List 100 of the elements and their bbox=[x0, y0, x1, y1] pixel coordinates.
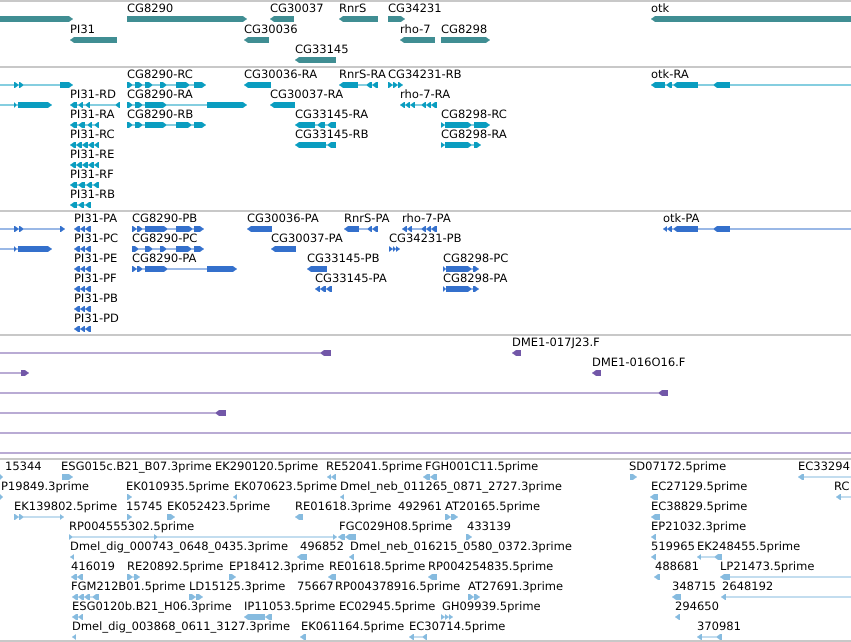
feature-label: Dmel_neb_011265_0871_2727.3prime bbox=[340, 480, 562, 492]
feature-label: EC27129.5prime bbox=[651, 480, 748, 492]
feature-label: Dmel_dig_003868_0611_3127.3prime bbox=[72, 620, 290, 632]
feature-label: RE01618.5prime bbox=[329, 560, 426, 572]
feature-label: CG8298-PC bbox=[443, 252, 508, 264]
feature-label: PI31-PF bbox=[74, 272, 117, 284]
feature-label: PI31-PC bbox=[74, 232, 118, 244]
feature-label: CG8290-RB bbox=[127, 108, 194, 120]
feature-label: CG34231 bbox=[388, 2, 442, 14]
feature-label: CG33145-PA bbox=[315, 272, 387, 284]
feature-label: EK061164.5prime bbox=[301, 620, 404, 632]
feature-label: CG30036-RA bbox=[244, 68, 318, 80]
feature-label: ESG0120b.B21_H06.3prime bbox=[72, 600, 232, 612]
feature-label: P19849.3prime bbox=[1, 480, 89, 492]
feature-label: EK248455.5prime bbox=[697, 540, 800, 552]
feature-label: PI31-RE bbox=[70, 148, 114, 160]
feature-label: Dmel_dig_000743_0648_0435.3prime bbox=[70, 540, 288, 552]
feature-label: AT27691.3prime bbox=[468, 580, 564, 592]
feature-label: CG8298-PA bbox=[443, 272, 508, 284]
feature-label: FGC029H08.5prime bbox=[339, 520, 452, 532]
feature-label: CG8290-PB bbox=[132, 212, 198, 224]
feature-label: PI31-RC bbox=[70, 128, 115, 140]
feature-label: CG30037-PA bbox=[271, 232, 343, 244]
feature-label: CG33145-RB bbox=[295, 128, 369, 140]
feature-label: DME1-017J23.F bbox=[512, 336, 600, 348]
feature-label: CG33145-PB bbox=[307, 252, 380, 264]
feature-label: EK052423.5prime bbox=[167, 500, 270, 512]
feature-label: Dmel_neb_016215_0580_0372.3prime bbox=[350, 540, 572, 552]
feature-label: 492961 bbox=[398, 500, 442, 512]
feature-label: EC30714.5prime bbox=[409, 620, 506, 632]
feature-label: RnrS bbox=[339, 2, 366, 14]
feature-label: RE01618.3prime bbox=[295, 500, 392, 512]
feature-label: ESG015c.B21_B07.3prime bbox=[61, 460, 212, 472]
feature-label: RnrS-RA bbox=[339, 68, 386, 80]
feature-label: rho-7-PA bbox=[402, 212, 451, 224]
feature-label: EP21032.3prime bbox=[651, 520, 746, 532]
feature-label: 433139 bbox=[467, 520, 511, 532]
feature-label: CG8298 bbox=[441, 22, 488, 34]
feature-label: EK010935.5prime bbox=[126, 480, 230, 492]
feature-label: 75667 bbox=[297, 580, 334, 592]
feature-label: CG8290-PC bbox=[132, 232, 198, 244]
feature-label: 348715 bbox=[672, 580, 716, 592]
feature-label: EK290120.5prime bbox=[215, 460, 318, 472]
feature-label: 370981 bbox=[697, 620, 741, 632]
feature-label: CG34231-PB bbox=[389, 232, 462, 244]
feature-label: AT20165.5prime bbox=[445, 500, 540, 512]
feature-label: 488681 bbox=[655, 560, 699, 572]
feature-label: CG30037 bbox=[270, 2, 324, 14]
feature-label: CG8298-RC bbox=[441, 108, 507, 120]
feature-label: PI31-RD bbox=[70, 88, 116, 100]
feature-label: rho-7-RA bbox=[400, 88, 450, 100]
feature-label: PI31-PE bbox=[74, 252, 118, 264]
feature-label: otk-RA bbox=[651, 68, 689, 80]
feature-label: rho-7 bbox=[400, 22, 431, 34]
feature-label: 15344 bbox=[5, 460, 42, 472]
feature-label: EK139802.5prime bbox=[14, 500, 118, 512]
feature-label: EK070623.5prime bbox=[234, 480, 338, 492]
feature-label: RP004378916.5prime bbox=[335, 580, 460, 592]
feature-label: RP004254835.5prime bbox=[428, 560, 554, 572]
feature-label: otk bbox=[651, 2, 670, 14]
feature-label: PI31-RB bbox=[70, 188, 115, 200]
feature-label: CG30036-PA bbox=[247, 212, 319, 224]
feature-label: 2648192 bbox=[722, 580, 774, 592]
feature-label: RnrS-PA bbox=[344, 212, 390, 224]
feature-label: LP21473.5prime bbox=[720, 560, 814, 572]
feature-label: CG33145 bbox=[295, 43, 349, 55]
feature-label: RP004555302.5prime bbox=[69, 520, 194, 532]
feature-label: DME1-016O16.F bbox=[592, 356, 686, 368]
feature-label: EC33294 bbox=[798, 460, 850, 472]
feature-label: 15745 bbox=[126, 500, 163, 512]
feature-label: CG34231-RB bbox=[388, 68, 462, 80]
feature-label: EC02945.5prime bbox=[339, 600, 436, 612]
feature-label: CG8290-PA bbox=[132, 252, 196, 264]
feature-label: RE52041.5prime bbox=[326, 460, 422, 472]
feature-label: CG30036 bbox=[244, 22, 298, 34]
feature-label: 519965 bbox=[651, 540, 695, 552]
feature-label: FGM212B01.5prime bbox=[71, 580, 186, 592]
feature-label: PI31-PB bbox=[74, 292, 118, 304]
feature-label: CG30037-RA bbox=[270, 88, 344, 100]
feature-label: CG8290-RA bbox=[127, 88, 193, 100]
feature-label: PI31-RA bbox=[70, 108, 115, 120]
feature-label: 496852 bbox=[300, 540, 344, 552]
feature-label: CG8298-RA bbox=[441, 128, 507, 140]
feature-label: EC38829.5prime bbox=[651, 500, 748, 512]
feature-label: RE20892.5prime bbox=[127, 560, 224, 572]
feature-label: otk-PA bbox=[663, 212, 700, 224]
feature-label: PI31-PA bbox=[74, 212, 118, 224]
feature-label: CG8290-RC bbox=[127, 68, 193, 80]
feature-label: PI31-PD bbox=[74, 312, 119, 324]
feature-label: GH09939.5prime bbox=[442, 600, 541, 612]
feature-label: CG8290 bbox=[127, 2, 174, 14]
feature-label: CG33145-RA bbox=[295, 108, 368, 120]
feature-label: PI31-RF bbox=[70, 168, 114, 180]
feature-label: EP18412.3prime bbox=[229, 560, 324, 572]
feature-label: 294650 bbox=[675, 600, 719, 612]
feature-label: SD07172.5prime bbox=[629, 460, 726, 472]
feature-label: 416019 bbox=[71, 560, 115, 572]
feature-label: PI31 bbox=[70, 22, 95, 34]
feature-label: IP11053.5prime bbox=[244, 600, 336, 612]
feature-label: FGH001C11.5prime bbox=[425, 460, 538, 472]
